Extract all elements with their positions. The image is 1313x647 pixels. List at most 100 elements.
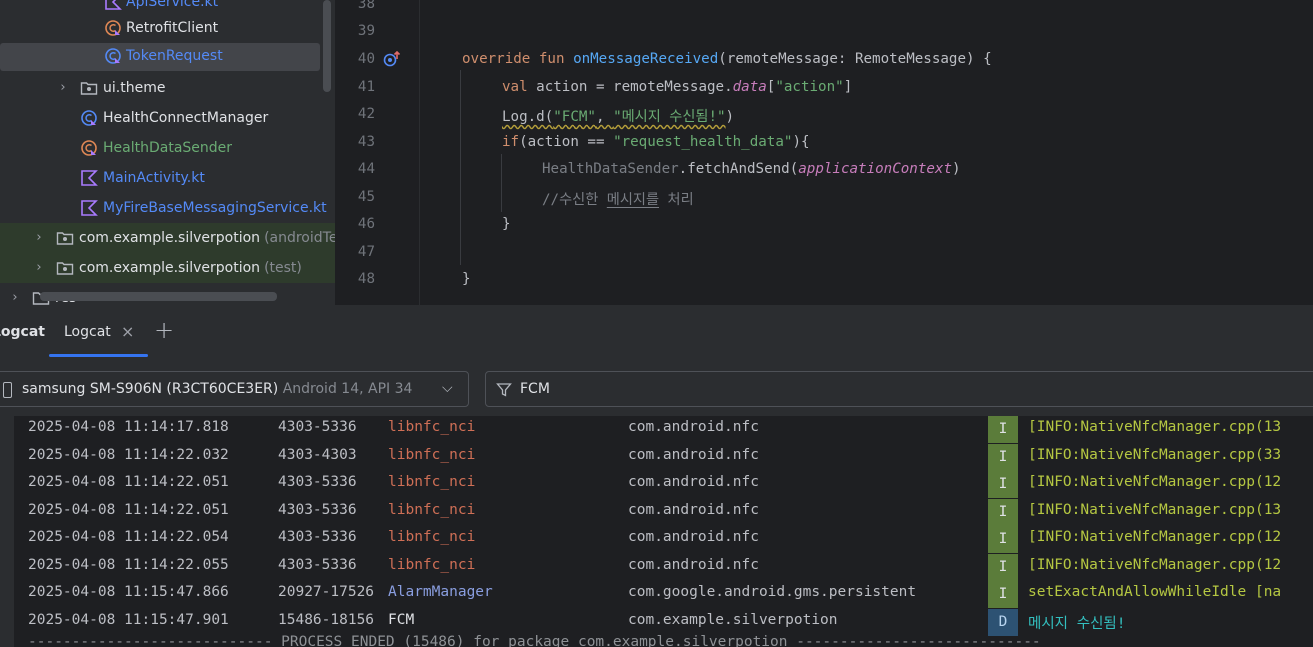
device-dropdown[interactable]: samsung SM-S906N (R3CT60CE3ER) Android 1…: [0, 371, 469, 407]
log-message: [INFO:NativeNfcManager.cpp(33: [1028, 446, 1282, 463]
log-row[interactable]: 2025-04-08 11:15:47.901 15486-18156 FCM com…: [14, 608, 1313, 636]
line-number: 45: [357, 189, 375, 205]
log-row[interactable]: 2025-04-08 11:14:22.055 4303-5336 libnfc_n…: [14, 553, 1313, 581]
log-tag: libnfc_nci: [388, 419, 476, 435]
chevron-right-icon[interactable]: ›: [9, 291, 21, 305]
horizontal-scrollbar[interactable]: [40, 292, 277, 301]
tree-item-label: com.example.silverpotion: [79, 260, 261, 276]
log-level-badge: I: [988, 471, 1018, 498]
log-row[interactable]: 2025-04-08 11:15:47.866 20927-17526 AlarmM…: [14, 581, 1313, 608]
code-line-42: Log.d("FCM", "메시지 수신됨!"): [502, 109, 735, 125]
package-icon: [56, 232, 74, 245]
tree-item-myfirebasemessagingservice[interactable]: MyFireBaseMessagingService.kt: [0, 193, 335, 223]
tree-item-package-test[interactable]: › com.example.silverpotion (test): [0, 253, 335, 283]
add-tab-icon[interactable]: +: [154, 316, 174, 344]
line-number: 42: [357, 106, 375, 122]
log-pid: 20927-17526: [278, 584, 375, 600]
log-package: com.android.nfc: [628, 501, 759, 518]
tool-window-title: Logcat: [0, 324, 45, 340]
log-date: 2025-04-08 11:14:22.054: [28, 529, 229, 545]
tree-item-label: MainActivity.kt: [103, 170, 205, 186]
code-line-45: //수신한 메시지를 처리: [542, 192, 694, 208]
log-output[interactable]: 2025-04-08 11:14:17.818 4303-5336 libnfc_n…: [14, 416, 1313, 647]
line-number: 39: [357, 23, 375, 39]
log-message: [INFO:NativeNfcManager.cpp(12: [1028, 529, 1282, 545]
project-tree: ApiService.kt RetrofitClient TokenReques…: [0, 0, 335, 305]
filter-icon: [496, 383, 512, 397]
log-tag: FCM: [388, 611, 415, 628]
log-package: com.android.nfc: [628, 446, 759, 463]
chevron-down-icon: ⌵: [442, 380, 453, 396]
chevron-right-icon[interactable]: ›: [33, 261, 45, 275]
vertical-scrollbar[interactable]: [323, 0, 331, 92]
log-level-badge: I: [988, 553, 1018, 581]
filter-input[interactable]: [520, 379, 1220, 399]
process-ended-line: ---------------------------- PROCESS END…: [28, 634, 1041, 647]
line-number: 41: [357, 79, 375, 95]
kotlin-class-icon: [81, 140, 97, 156]
tree-item-healthdatasender[interactable]: HealthDataSender: [0, 133, 335, 163]
close-icon[interactable]: ×: [121, 322, 134, 341]
chevron-right-icon[interactable]: ›: [57, 81, 69, 95]
log-date: 2025-04-08 11:15:47.901: [28, 611, 229, 628]
override-method-icon[interactable]: [383, 50, 401, 68]
phone-icon: [3, 382, 12, 398]
logcat-tool-window: Logcat Logcat × + samsung SM-S906N (R3CT…: [0, 305, 1313, 647]
tree-item-healthconnectmanager[interactable]: HealthConnectManager: [0, 103, 335, 133]
log-row[interactable]: 2025-04-08 11:14:22.032 4303-4303 libnfc_n…: [14, 443, 1313, 471]
kotlin-class-icon: [105, 48, 121, 64]
tree-item-hint: (androidTes: [264, 230, 335, 246]
log-pid: 4303-5336: [278, 556, 357, 573]
line-number: 48: [357, 271, 375, 287]
tab-logcat[interactable]: Logcat: [64, 324, 111, 340]
tree-item-ui-theme[interactable]: › ui.theme: [0, 73, 335, 103]
log-level-badge: I: [988, 443, 1018, 471]
package-icon: [56, 262, 74, 275]
log-package: com.android.nfc: [628, 556, 759, 573]
code-line-44: HealthDataSender.fetchAndSend(applicatio…: [542, 161, 961, 177]
tree-item-label: HealthDataSender: [103, 140, 233, 156]
log-level-badge: I: [988, 498, 1018, 526]
log-pid: 15486-18156: [278, 611, 375, 628]
log-pid: 4303-5336: [278, 474, 357, 490]
log-tag: libnfc_nci: [388, 446, 476, 463]
log-message: [INFO:NativeNfcManager.cpp(13: [1028, 501, 1282, 518]
log-level-badge: I: [988, 581, 1018, 608]
tree-item-label: TokenRequest: [126, 48, 223, 64]
log-date: 2025-04-08 11:14:22.055: [28, 556, 229, 573]
log-tag: libnfc_nci: [388, 556, 476, 573]
log-date: 2025-04-08 11:14:22.051: [28, 501, 229, 518]
log-package: com.google.android.gms.persistent: [628, 584, 917, 600]
code-editor[interactable]: 38 39 40 41 42 43 44 45 46 47 48 overrid…: [335, 0, 1313, 305]
kotlin-class-icon: [105, 20, 121, 36]
tree-item-mainactivity[interactable]: MainActivity.kt: [0, 163, 335, 193]
log-package: com.example.silverpotion: [628, 611, 838, 628]
log-date: 2025-04-08 11:14:22.032: [28, 446, 229, 463]
code-line-43: if(action == "request_health_data"){: [502, 134, 810, 150]
log-level-badge: D: [988, 608, 1018, 636]
log-level-badge: I: [988, 526, 1018, 553]
package-icon: [80, 82, 98, 95]
tree-item-retrofitclient[interactable]: RetrofitClient: [0, 13, 335, 43]
gutter-divider: [419, 0, 420, 305]
log-message: [INFO:NativeNfcManager.cpp(12: [1028, 556, 1282, 573]
log-row[interactable]: 2025-04-08 11:14:22.051 4303-5336 libnfc_n…: [14, 498, 1313, 526]
code-line-41: val action = remoteMessage.data["action"…: [502, 79, 853, 95]
log-row[interactable]: 2025-04-08 11:14:22.051 4303-5336 libnfc_n…: [14, 471, 1313, 498]
log-row[interactable]: 2025-04-08 11:14:22.054 4303-5336 libnfc_n…: [14, 526, 1313, 553]
device-api: Android 14, API 34: [282, 381, 413, 397]
chevron-right-icon[interactable]: ›: [33, 231, 45, 245]
kotlin-file-icon: [81, 170, 98, 186]
tree-item-package-androidtest[interactable]: › com.example.silverpotion(androidTes: [0, 223, 335, 253]
log-tag: libnfc_nci: [388, 501, 476, 518]
log-row[interactable]: 2025-04-08 11:14:17.818 4303-5336 libnfc_n…: [14, 416, 1313, 443]
indent-guide: [501, 154, 502, 212]
log-tag: libnfc_nci: [388, 529, 476, 545]
logcat-filter[interactable]: [485, 371, 1313, 407]
log-tag: AlarmManager: [388, 584, 493, 600]
code-line-46: }: [502, 216, 511, 232]
line-number: 43: [357, 134, 375, 150]
tree-item-label: ApiService.kt: [126, 0, 219, 10]
tree-item-tokenrequest[interactable]: TokenRequest: [0, 41, 335, 71]
line-number: 47: [357, 244, 375, 260]
